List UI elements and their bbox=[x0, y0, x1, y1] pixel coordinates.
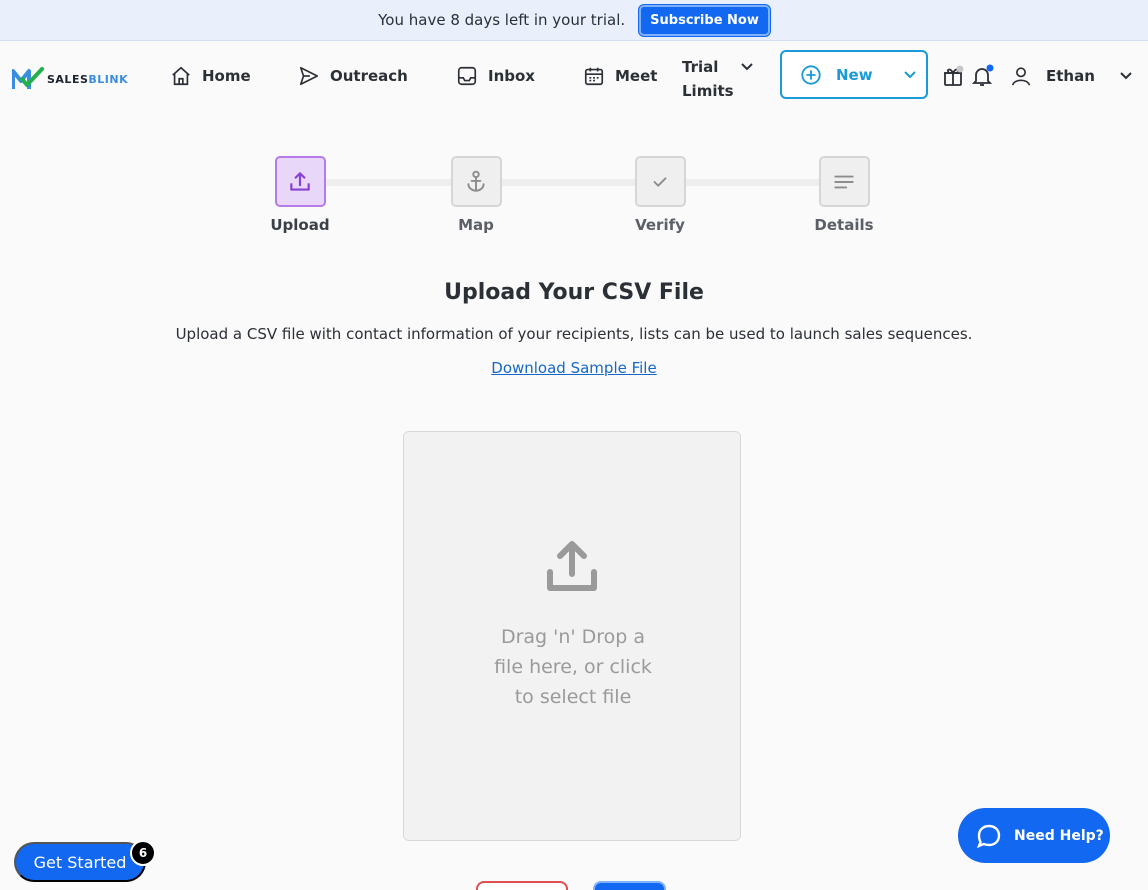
step-upload[interactable]: Upload bbox=[240, 156, 360, 234]
download-sample-link[interactable]: Download Sample File bbox=[0, 359, 1148, 377]
plus-circle-icon bbox=[801, 64, 821, 85]
get-started-badge: 6 bbox=[130, 840, 156, 866]
nav-home-label: Home bbox=[202, 67, 251, 85]
calendar-icon bbox=[584, 67, 604, 86]
chat-bubble-icon bbox=[976, 824, 1001, 848]
page-title: Upload Your CSV File bbox=[444, 280, 704, 305]
step-verify[interactable]: Verify bbox=[600, 156, 720, 234]
nav-outreach-label: Outreach bbox=[330, 67, 408, 85]
logo-text: SALESBLINK bbox=[47, 72, 129, 86]
need-help-button[interactable]: Need Help? bbox=[958, 808, 1110, 863]
user-menu[interactable]: Ethan bbox=[1010, 65, 1133, 87]
send-icon bbox=[299, 66, 319, 86]
home-icon bbox=[172, 66, 190, 86]
check-icon bbox=[653, 176, 667, 187]
anchor-icon bbox=[467, 170, 485, 192]
page-description: Upload a CSV file with contact informati… bbox=[175, 325, 973, 343]
step-details-box bbox=[818, 156, 870, 207]
upload-icon bbox=[547, 541, 597, 591]
step-verify-box bbox=[634, 156, 686, 207]
step-details[interactable]: Details bbox=[784, 156, 904, 234]
nav-outreach[interactable]: Outreach bbox=[298, 65, 408, 87]
step-upload-label: Upload bbox=[270, 216, 330, 234]
chevron-down-icon bbox=[1120, 72, 1132, 80]
user-name: Ethan bbox=[1046, 67, 1095, 85]
stepper-track bbox=[300, 179, 845, 186]
step-map-box bbox=[450, 156, 502, 207]
step-details-label: Details bbox=[814, 216, 874, 234]
nav-meet[interactable]: Meet bbox=[583, 65, 657, 87]
trial-banner: You have 8 days left in your trial. Subs… bbox=[0, 0, 1148, 41]
need-help-label: Need Help? bbox=[1014, 827, 1104, 844]
chevron-down-icon[interactable] bbox=[740, 60, 754, 74]
new-button[interactable]: New bbox=[780, 50, 928, 99]
nav-inbox-label: Inbox bbox=[488, 67, 535, 85]
nav-trial-limits[interactable]: Trial Limits bbox=[682, 55, 736, 103]
chevron-down-icon bbox=[903, 70, 916, 78]
nav-home[interactable]: Home bbox=[170, 65, 251, 87]
dropzone-text: Drag 'n' Drop a file here, or click to s… bbox=[494, 626, 652, 708]
new-button-label: New bbox=[836, 65, 873, 84]
top-navbar: SALESBLINK Home Outreach Inbox Meet Tria… bbox=[0, 41, 1148, 115]
back-button[interactable] bbox=[476, 881, 568, 890]
bell-icon[interactable] bbox=[970, 64, 994, 88]
user-icon bbox=[1011, 67, 1031, 86]
inbox-icon bbox=[457, 66, 477, 86]
step-verify-label: Verify bbox=[635, 216, 685, 234]
logo-mark-icon bbox=[12, 67, 44, 89]
subscribe-now-button[interactable]: Subscribe Now bbox=[639, 4, 770, 36]
step-map-label: Map bbox=[458, 216, 494, 234]
step-upload-box bbox=[274, 156, 326, 207]
upload-icon bbox=[290, 171, 310, 191]
gift-icon[interactable] bbox=[941, 64, 965, 88]
csv-dropzone[interactable]: Drag 'n' Drop a file here, or click to s… bbox=[403, 431, 741, 841]
lines-icon bbox=[834, 175, 854, 188]
next-button[interactable] bbox=[593, 881, 666, 890]
trial-limits-line2: Limits bbox=[682, 82, 734, 100]
trial-text: You have 8 days left in your trial. bbox=[378, 11, 626, 29]
nav-meet-label: Meet bbox=[615, 67, 658, 85]
trial-limits-line1: Trial bbox=[682, 58, 719, 76]
get-started-button[interactable]: Get Started bbox=[14, 842, 146, 882]
nav-inbox[interactable]: Inbox bbox=[456, 65, 535, 87]
salesblink-logo[interactable]: SALESBLINK bbox=[12, 67, 128, 91]
step-map[interactable]: Map bbox=[416, 156, 536, 234]
